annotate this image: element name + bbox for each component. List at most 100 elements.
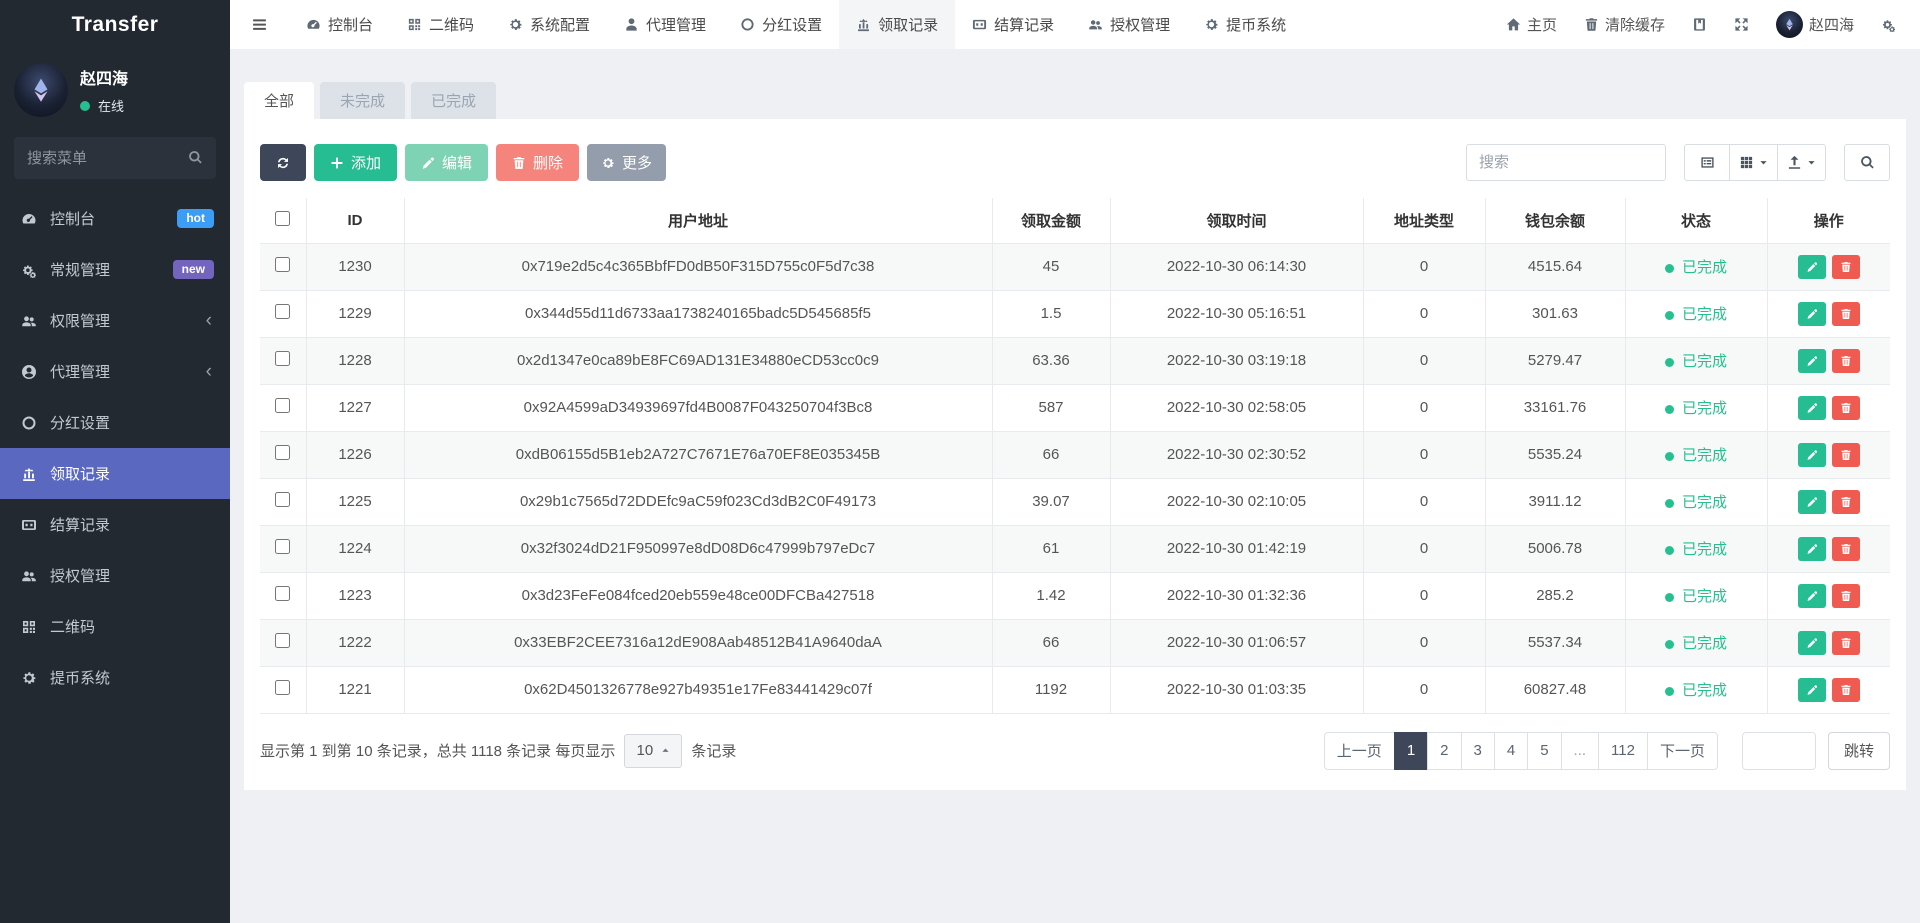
clear-cache-button[interactable]: 清除缓存: [1584, 14, 1665, 35]
page-button-4[interactable]: 4: [1494, 732, 1528, 770]
row-checkbox[interactable]: [275, 445, 290, 460]
topnav-tab-withdraw[interactable]: 提币系统: [1187, 0, 1303, 49]
delete-row-button[interactable]: [1832, 584, 1860, 608]
row-checkbox[interactable]: [275, 539, 290, 554]
add-button[interactable]: 添加: [314, 144, 397, 181]
user-menu[interactable]: 赵四海: [1776, 11, 1854, 38]
page-ellipsis: ...: [1561, 732, 1600, 770]
edit-row-button[interactable]: [1798, 443, 1826, 467]
delete-row-button[interactable]: [1832, 255, 1860, 279]
search-submit-button[interactable]: [1844, 144, 1890, 181]
cell-id: 1228: [306, 337, 404, 384]
edit-row-button[interactable]: [1798, 302, 1826, 326]
delete-row-button[interactable]: [1832, 443, 1860, 467]
delete-row-button[interactable]: [1832, 490, 1860, 514]
filter-tab-all[interactable]: 全部: [244, 82, 314, 119]
log-button[interactable]: [1692, 17, 1707, 32]
sidebar-item-settlement[interactable]: 结算记录: [0, 499, 230, 550]
top-navbar: 控制台 二维码 系统配置 代理管理 分红设置 领取记录: [230, 0, 1920, 49]
delete-row-button[interactable]: [1832, 349, 1860, 373]
page-size-select[interactable]: 10: [624, 734, 682, 768]
delete-row-button[interactable]: [1832, 678, 1860, 702]
edit-row-button[interactable]: [1798, 678, 1826, 702]
next-page-button[interactable]: 下一页: [1647, 732, 1718, 770]
fullscreen-button[interactable]: [1734, 17, 1749, 32]
delete-row-button[interactable]: [1832, 302, 1860, 326]
table-body: 1230 0x719e2d5c4c365BbfFD0dB50F315D755c0…: [260, 243, 1890, 713]
jump-button[interactable]: 跳转: [1828, 732, 1890, 770]
edit-row-button[interactable]: [1798, 490, 1826, 514]
topnav-tab-qrcode[interactable]: 二维码: [390, 0, 491, 49]
users-icon: [21, 313, 37, 329]
table-row: 1225 0x29b1c7565d72DDEfc9aC59f023Cd3dB2C…: [260, 478, 1890, 525]
edit-row-button[interactable]: [1798, 255, 1826, 279]
sidebar-item-qrcode[interactable]: 二维码: [0, 601, 230, 652]
page-button-2[interactable]: 2: [1427, 732, 1461, 770]
row-checkbox[interactable]: [275, 398, 290, 413]
row-checkbox[interactable]: [275, 492, 290, 507]
sidebar-item-withdraw[interactable]: 提币系统: [0, 652, 230, 703]
home-link[interactable]: 主页: [1506, 14, 1557, 35]
topnav-tab-system-config[interactable]: 系统配置: [491, 0, 607, 49]
sidebar-item-authorization[interactable]: 授权管理: [0, 550, 230, 601]
status-dot-icon: [1665, 311, 1674, 320]
refresh-button[interactable]: [260, 144, 306, 181]
jump-page-input[interactable]: [1742, 732, 1816, 770]
cell-actions: [1767, 384, 1890, 431]
edit-row-button[interactable]: [1798, 631, 1826, 655]
edit-row-button[interactable]: [1798, 537, 1826, 561]
select-all-checkbox[interactable]: [275, 211, 290, 226]
cell-status: 已完成: [1625, 525, 1767, 572]
row-checkbox[interactable]: [275, 304, 290, 319]
filter-tab-complete[interactable]: 已完成: [411, 82, 496, 119]
row-checkbox[interactable]: [275, 633, 290, 648]
more-button[interactable]: 更多: [587, 144, 666, 181]
row-checkbox[interactable]: [275, 680, 290, 695]
settings-button[interactable]: [1881, 17, 1896, 32]
topnav-tab-agents[interactable]: 代理管理: [607, 0, 723, 49]
page-button-5[interactable]: 5: [1527, 732, 1561, 770]
edit-button[interactable]: 编辑: [405, 144, 488, 181]
sidebar-toggle-button[interactable]: [230, 0, 289, 49]
topnav-tab-dividends[interactable]: 分红设置: [723, 0, 839, 49]
filter-tab-label: 已完成: [431, 90, 476, 111]
delete-row-button[interactable]: [1832, 537, 1860, 561]
row-checkbox[interactable]: [275, 257, 290, 272]
cell-amount: 39.07: [992, 478, 1110, 525]
columns-button[interactable]: [1729, 144, 1778, 181]
topnav-tab-claim-records[interactable]: 领取记录: [839, 0, 955, 49]
toggle-view-button[interactable]: [1684, 144, 1730, 181]
topnav-tab-console[interactable]: 控制台: [289, 0, 390, 49]
sidebar-item-general[interactable]: 常规管理 new: [0, 244, 230, 295]
page-button-112[interactable]: 112: [1598, 732, 1648, 770]
export-button[interactable]: [1777, 144, 1826, 181]
edit-row-button[interactable]: [1798, 349, 1826, 373]
pagination: 上一页 1 2 3 4 5 ... 112 下一页 跳转: [1324, 732, 1890, 770]
delete-row-button[interactable]: [1832, 631, 1860, 655]
cogs-icon: [1881, 17, 1896, 32]
edit-row-button[interactable]: [1798, 396, 1826, 420]
sidebar-item-console[interactable]: 控制台 hot: [0, 193, 230, 244]
table-search-input[interactable]: [1466, 144, 1666, 181]
grid-icon: [1739, 155, 1754, 170]
cell-addr-type: 0: [1363, 384, 1485, 431]
page-button-3[interactable]: 3: [1461, 732, 1495, 770]
topnav-tab-settlement[interactable]: 结算记录: [955, 0, 1071, 49]
sidebar-item-permissions[interactable]: 权限管理 ‹: [0, 295, 230, 346]
cell-time: 2022-10-30 05:16:51: [1110, 290, 1363, 337]
sidebar-item-claim-records[interactable]: 领取记录: [0, 448, 230, 499]
sidebar-search-input[interactable]: [14, 137, 216, 179]
prev-page-button[interactable]: 上一页: [1324, 732, 1395, 770]
user-status-label: 在线: [98, 96, 124, 115]
sidebar-item-dividends[interactable]: 分红设置: [0, 397, 230, 448]
cell-balance: 285.2: [1485, 572, 1625, 619]
filter-tab-incomplete[interactable]: 未完成: [320, 82, 405, 119]
page-button-1[interactable]: 1: [1394, 732, 1428, 770]
row-checkbox[interactable]: [275, 351, 290, 366]
row-checkbox[interactable]: [275, 586, 290, 601]
topnav-tab-authorization[interactable]: 授权管理: [1071, 0, 1187, 49]
delete-button[interactable]: 删除: [496, 144, 579, 181]
edit-row-button[interactable]: [1798, 584, 1826, 608]
delete-row-button[interactable]: [1832, 396, 1860, 420]
sidebar-item-agents[interactable]: 代理管理 ‹: [0, 346, 230, 397]
